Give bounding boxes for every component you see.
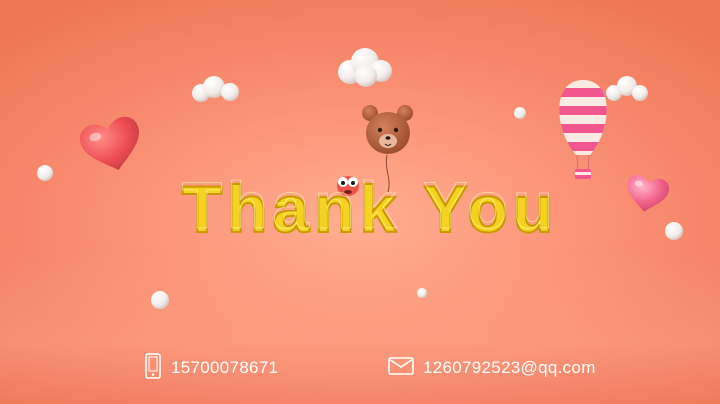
pearl (417, 288, 427, 298)
phone-contact: 15700078671 (143, 352, 278, 384)
heart-balloon-pink (627, 175, 669, 212)
cloud-top (338, 48, 392, 87)
pearl (514, 107, 526, 119)
email-address: 1260792523@qq.com (423, 358, 596, 377)
envelope-icon (387, 356, 415, 381)
pearl (151, 291, 169, 309)
pearl (37, 165, 53, 181)
pearl (665, 222, 683, 240)
phone-icon (143, 352, 163, 385)
cloud-right (606, 76, 648, 101)
slide-background: Thank You Thank You 15700078671 12607925… (0, 0, 720, 404)
heart-balloon-red (79, 116, 139, 171)
phone-number: 15700078671 (171, 358, 279, 377)
cloud-left (192, 76, 239, 102)
thank-you-title: Thank You Thank You (181, 168, 558, 248)
thank-you-highlight: Thank You (182, 168, 558, 242)
email-contact: 1260792523@qq.com (387, 352, 596, 384)
